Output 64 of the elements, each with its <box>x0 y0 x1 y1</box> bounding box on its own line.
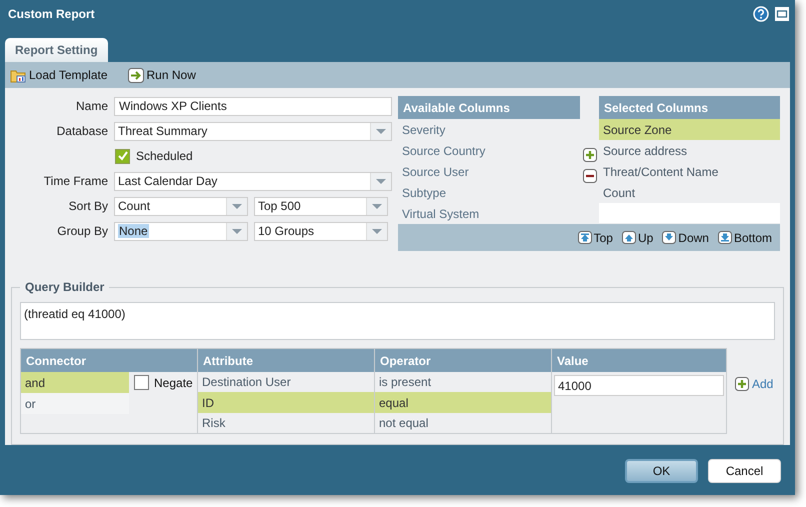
group-by-dropdown[interactable]: None <box>114 222 248 240</box>
list-item[interactable]: or <box>21 393 129 414</box>
column-header: Selected Columns <box>599 96 780 119</box>
checkbox-label: Negate <box>154 376 193 390</box>
list-item[interactable]: and <box>21 372 129 394</box>
list-item[interactable]: Virtual System <box>398 203 580 224</box>
list-item[interactable]: Destination User <box>198 372 374 392</box>
remove-icon[interactable] <box>582 168 596 182</box>
negate-checkbox[interactable] <box>134 375 149 390</box>
cancel-button[interactable]: Cancel <box>708 459 781 483</box>
list-item[interactable]: Threat/Content Name <box>599 161 780 182</box>
add-icon[interactable] <box>582 148 596 162</box>
move-up-icon <box>578 231 592 244</box>
maximize-icon[interactable] <box>775 7 789 21</box>
field-label: Group By <box>56 224 108 238</box>
list-item[interactable]: ID <box>198 392 374 413</box>
name-field[interactable]: Windows XP Clients <box>114 96 392 116</box>
order-button[interactable]: Bottom <box>718 230 772 244</box>
column-header: Available Columns <box>398 96 580 119</box>
order-button[interactable]: Down <box>662 230 709 244</box>
section-title: Query Builder <box>20 280 110 294</box>
move-down-icon <box>718 231 732 244</box>
scheduled-checkbox[interactable] <box>115 148 130 164</box>
list-item[interactable]: Source address <box>599 140 780 161</box>
list-item[interactable]: Subtype <box>398 182 580 203</box>
move-up-icon <box>622 231 636 244</box>
folder-icon <box>10 68 26 82</box>
order-button[interactable]: Up <box>622 230 654 244</box>
help-icon[interactable] <box>753 6 769 22</box>
toolbar-button[interactable]: Load Template <box>10 68 108 82</box>
groups-dropdown[interactable]: 10 Groups <box>254 222 388 240</box>
checkbox-label: Scheduled <box>136 149 193 163</box>
tab[interactable]: Report Setting <box>5 38 108 62</box>
list-item[interactable]: Count <box>599 182 780 203</box>
move-down-icon <box>662 231 676 244</box>
query-field[interactable]: (threatid eq 41000) <box>20 302 775 340</box>
time-frame-dropdown[interactable]: Last Calendar Day <box>114 172 392 190</box>
field-label: Sort By <box>68 199 108 213</box>
column-header: Value <box>552 349 726 372</box>
list-item[interactable]: Source User <box>398 161 580 182</box>
selected-text: None <box>118 224 149 238</box>
add-button[interactable]: Add <box>735 374 774 394</box>
list-item[interactable]: equal <box>375 392 551 413</box>
list-item[interactable]: Source Zone <box>599 119 780 140</box>
toolbar-button[interactable]: Run Now <box>128 68 196 82</box>
add-icon <box>735 377 749 392</box>
limit-dropdown[interactable]: Top 500 <box>254 196 388 216</box>
column-header: Attribute <box>198 349 374 372</box>
window-title: Custom Report <box>8 7 95 21</box>
column-header: Connector <box>21 349 197 372</box>
list-item[interactable]: Source Country <box>398 140 580 161</box>
column-header: Operator <box>375 349 551 372</box>
field-label: Database <box>56 124 108 138</box>
list-item[interactable]: Risk <box>198 412 374 434</box>
list-item[interactable]: Severity <box>398 119 580 140</box>
sort-by-dropdown[interactable]: Count <box>114 196 248 216</box>
database-dropdown[interactable]: Threat Summary <box>114 122 392 140</box>
list-item[interactable]: is present <box>375 372 551 392</box>
value-field[interactable]: 41000 <box>554 375 724 396</box>
field-label: Name <box>74 99 108 113</box>
order-button[interactable]: Top <box>578 230 613 244</box>
field-label: Time Frame <box>42 174 108 188</box>
ok-button[interactable]: OK <box>625 459 698 483</box>
list-item[interactable]: not equal <box>375 412 551 434</box>
